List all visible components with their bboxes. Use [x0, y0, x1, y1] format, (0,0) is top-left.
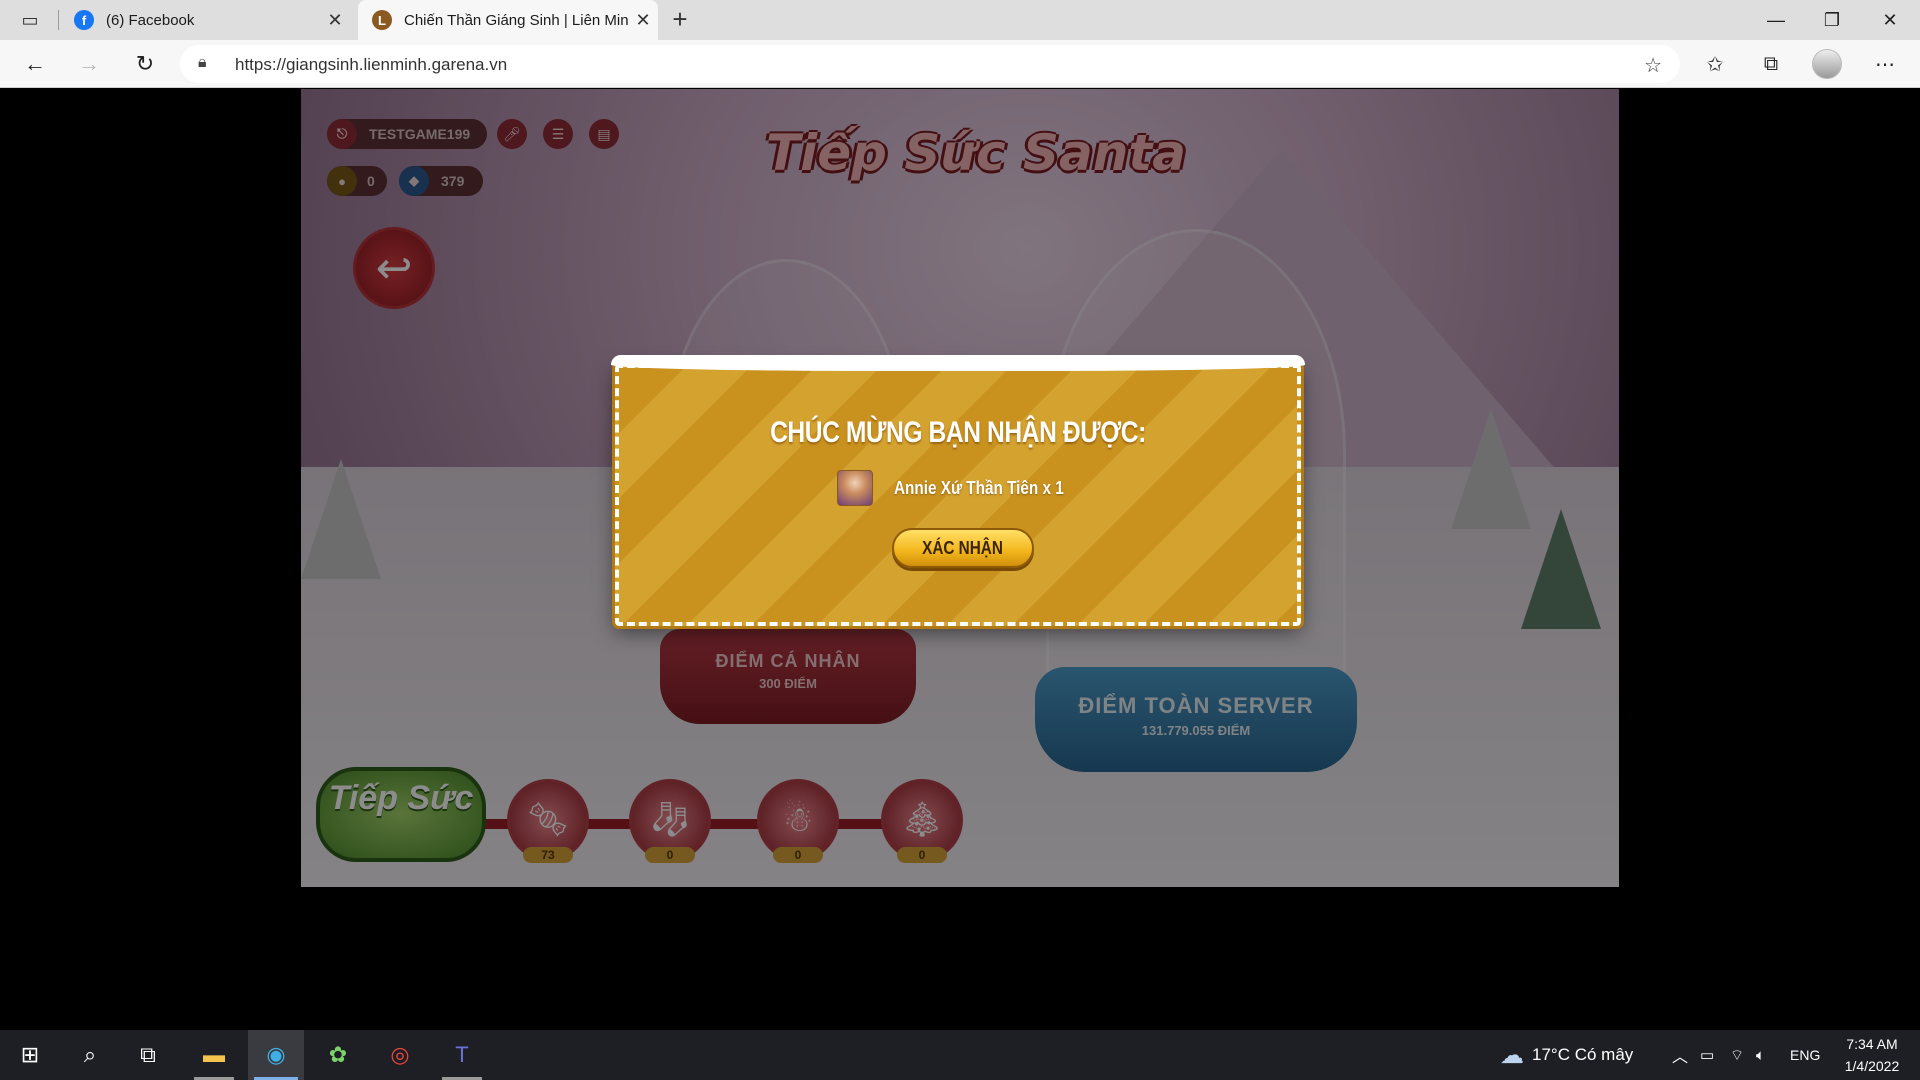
back-icon[interactable]: ← — [18, 48, 52, 80]
tab-title: Chiến Thần Giáng Sinh | Liên Min — [404, 11, 628, 29]
lock-icon[interactable]: 🔒︎ — [198, 54, 207, 72]
task-view-icon[interactable]: ⧉ — [120, 1030, 176, 1080]
tab-facebook[interactable]: f (6) Facebook ✕ — [60, 0, 350, 40]
wifi-icon[interactable]: ⌔ — [1730, 1030, 1744, 1080]
forward-icon[interactable]: → — [72, 48, 106, 80]
tab-title: (6) Facebook — [106, 11, 195, 29]
url-text: https://giangsinh.lienminh.garena.vn — [235, 55, 508, 74]
close-window-icon[interactable]: ✕ — [1862, 0, 1918, 40]
time: 7:34 AM — [1846, 1036, 1898, 1052]
file-explorer-icon[interactable]: ▬ — [186, 1030, 242, 1080]
date: 1/4/2022 — [1844, 1058, 1900, 1074]
reward-item: Annie Xứ Thần Tiên x 1 — [619, 470, 1297, 506]
close-tab-icon[interactable]: ✕ — [320, 10, 350, 31]
weather-text: 17°C Có mây — [1532, 1045, 1634, 1064]
favorites-icon[interactable]: ✩ — [1698, 48, 1732, 80]
windows-start-icon[interactable]: ⊞ — [2, 1030, 58, 1080]
facebook-icon: f — [74, 10, 94, 30]
collections-icon[interactable]: ⧉ — [1754, 48, 1788, 80]
confirm-label: XÁC NHẬN — [922, 537, 1004, 558]
lienminh-icon: L — [372, 10, 392, 30]
confirm-button[interactable]: XÁC NHẬN — [892, 528, 1034, 568]
profile-avatar[interactable] — [1812, 49, 1842, 79]
reward-text: Annie Xứ Thần Tiên x 1 — [894, 477, 1064, 498]
close-tab-icon[interactable]: ✕ — [628, 10, 658, 31]
page-viewport: ⎋ TESTGAME199 🎤︎ ☰ ▤ ● 0 ◆ 379 ↩ Tiếp Sứ… — [0, 89, 1920, 1030]
teams-icon[interactable]: T — [434, 1030, 490, 1080]
address-bar: ← → ↻ 🔒︎ https://giangsinh.lienminh.gare… — [0, 40, 1920, 88]
app-icon[interactable]: ✿ — [310, 1030, 366, 1080]
chevron-up-icon[interactable]: ︿ — [1672, 1030, 1688, 1080]
modal-title: CHÚC MỪNG BẠN NHẬN ĐƯỢC: — [770, 416, 1146, 449]
language-indicator[interactable]: ENG — [1790, 1030, 1820, 1080]
tab-actions-icon[interactable]: ▭ — [12, 6, 48, 34]
reward-modal: CHÚC MỪNG BẠN NHẬN ĐƯỢC: Annie Xứ Thần T… — [612, 361, 1304, 629]
refresh-icon[interactable]: ↻ — [128, 48, 162, 80]
search-icon[interactable]: ⌕ — [62, 1030, 118, 1080]
annie-skin-icon — [837, 470, 874, 506]
edge-icon[interactable]: ◉ — [248, 1030, 304, 1080]
battery-icon[interactable]: ▭ — [1700, 1030, 1714, 1080]
volume-icon[interactable]: 🔈︎ — [1756, 1030, 1765, 1080]
new-tab-button[interactable]: + — [664, 4, 696, 36]
restore-icon[interactable]: ❐ — [1804, 0, 1860, 40]
add-favorite-icon[interactable]: ☆ — [1644, 53, 1662, 78]
clock[interactable]: 7:34 AM 1/4/2022 — [1832, 1033, 1912, 1077]
tab-bar: ▭ f (6) Facebook ✕ L Chiến Thần Giáng Si… — [0, 0, 1920, 40]
chrome-icon[interactable]: ◎ — [372, 1030, 428, 1080]
modal-snowcap — [611, 355, 1305, 371]
tab-separator — [58, 10, 59, 30]
weather-widget[interactable]: ☁ 17°C Có mây — [1500, 1030, 1633, 1080]
url-field[interactable]: 🔒︎ https://giangsinh.lienminh.garena.vn … — [180, 45, 1680, 83]
more-menu-icon[interactable]: ⋯ — [1868, 48, 1902, 80]
taskbar: ⊞ ⌕ ⧉ ▬ ◉ ✿ ◎ T ☁ 17°C Có mây ︿ ▭ ⌔ 🔈︎ E… — [0, 1030, 1920, 1080]
tab-lienminh[interactable]: L Chiến Thần Giáng Sinh | Liên Min ✕ — [358, 0, 658, 40]
cloud-icon: ☁ — [1500, 1041, 1524, 1069]
minimize-icon[interactable]: — — [1748, 0, 1804, 40]
game-canvas: ⎋ TESTGAME199 🎤︎ ☰ ▤ ● 0 ◆ 379 ↩ Tiếp Sứ… — [301, 89, 1619, 887]
